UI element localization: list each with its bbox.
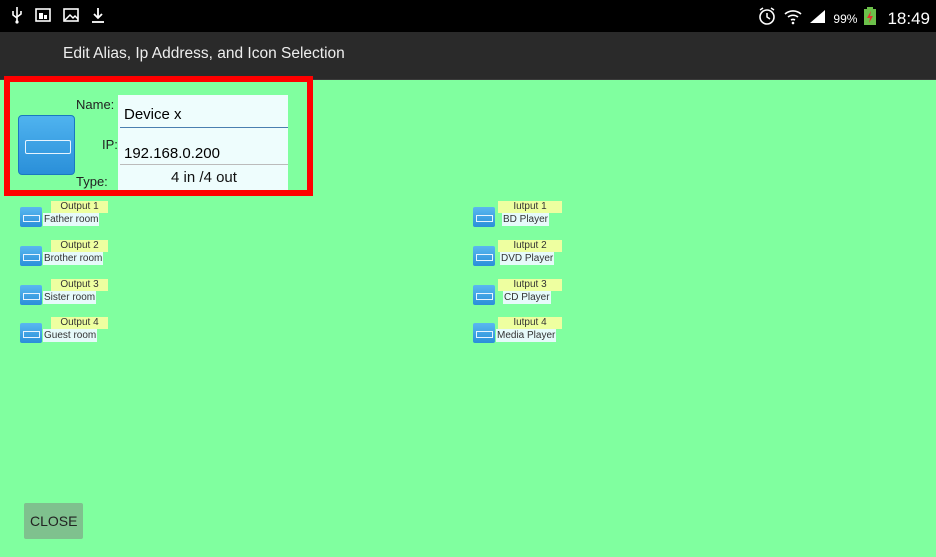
input-alias: DVD Player	[500, 252, 555, 265]
input-item-2[interactable]: Iutput 2 DVD Player	[473, 240, 565, 268]
title-bar: Edit Alias, Ip Address, and Icon Selecti…	[0, 32, 936, 80]
input-icon	[473, 207, 495, 227]
input-icon	[473, 285, 495, 305]
image-icon	[62, 6, 80, 29]
output-name: Output 3	[51, 279, 108, 291]
battery-charging-icon	[863, 6, 877, 31]
output-icon	[20, 207, 42, 227]
output-item-2[interactable]: Output 2 Brother room	[20, 240, 110, 268]
output-icon	[20, 285, 42, 305]
close-button[interactable]: CLOSE	[24, 503, 83, 539]
output-name: Output 2	[51, 240, 108, 252]
input-item-3[interactable]: Iutput 3 CD Player	[473, 279, 565, 307]
alarm-icon	[757, 6, 777, 31]
clock: 18:49	[887, 8, 930, 28]
input-name: Iutput 4	[498, 317, 562, 329]
signal-icon	[809, 8, 827, 29]
input-name: Iutput 2	[498, 240, 562, 252]
output-alias: Brother room	[43, 252, 104, 265]
output-icon	[20, 323, 42, 343]
output-item-3[interactable]: Output 3 Sister room	[20, 279, 110, 307]
output-item-1[interactable]: Output 1 Father room	[20, 201, 110, 229]
input-alias: BD Player	[502, 213, 550, 226]
gallery-icon	[34, 6, 52, 29]
input-icon	[473, 246, 495, 266]
system-icons: 99% 18:49	[757, 6, 930, 31]
notification-icons	[10, 6, 106, 29]
input-item-4[interactable]: Iutput 4 Media Player	[473, 317, 565, 345]
highlight-box	[4, 76, 313, 196]
usb-icon	[10, 6, 24, 29]
download-icon	[90, 6, 106, 29]
output-name: Output 1	[51, 201, 108, 213]
battery-percent: 99%	[833, 11, 858, 26]
input-item-1[interactable]: Iutput 1 BD Player	[473, 201, 565, 229]
output-item-4[interactable]: Output 4 Guest room	[20, 317, 110, 345]
output-name: Output 4	[51, 317, 108, 329]
page-title: Edit Alias, Ip Address, and Icon Selecti…	[63, 45, 345, 62]
output-alias: Guest room	[43, 329, 98, 342]
output-alias: Sister room	[43, 291, 97, 304]
output-icon	[20, 246, 42, 266]
output-alias: Father room	[43, 213, 100, 226]
input-alias: Media Player	[496, 329, 557, 342]
wifi-icon	[783, 6, 803, 31]
status-bar: 99% 18:49	[0, 0, 936, 32]
input-icon	[473, 323, 495, 343]
input-name: Iutput 3	[498, 279, 562, 291]
input-name: Iutput 1	[498, 201, 562, 213]
input-alias: CD Player	[503, 291, 551, 304]
